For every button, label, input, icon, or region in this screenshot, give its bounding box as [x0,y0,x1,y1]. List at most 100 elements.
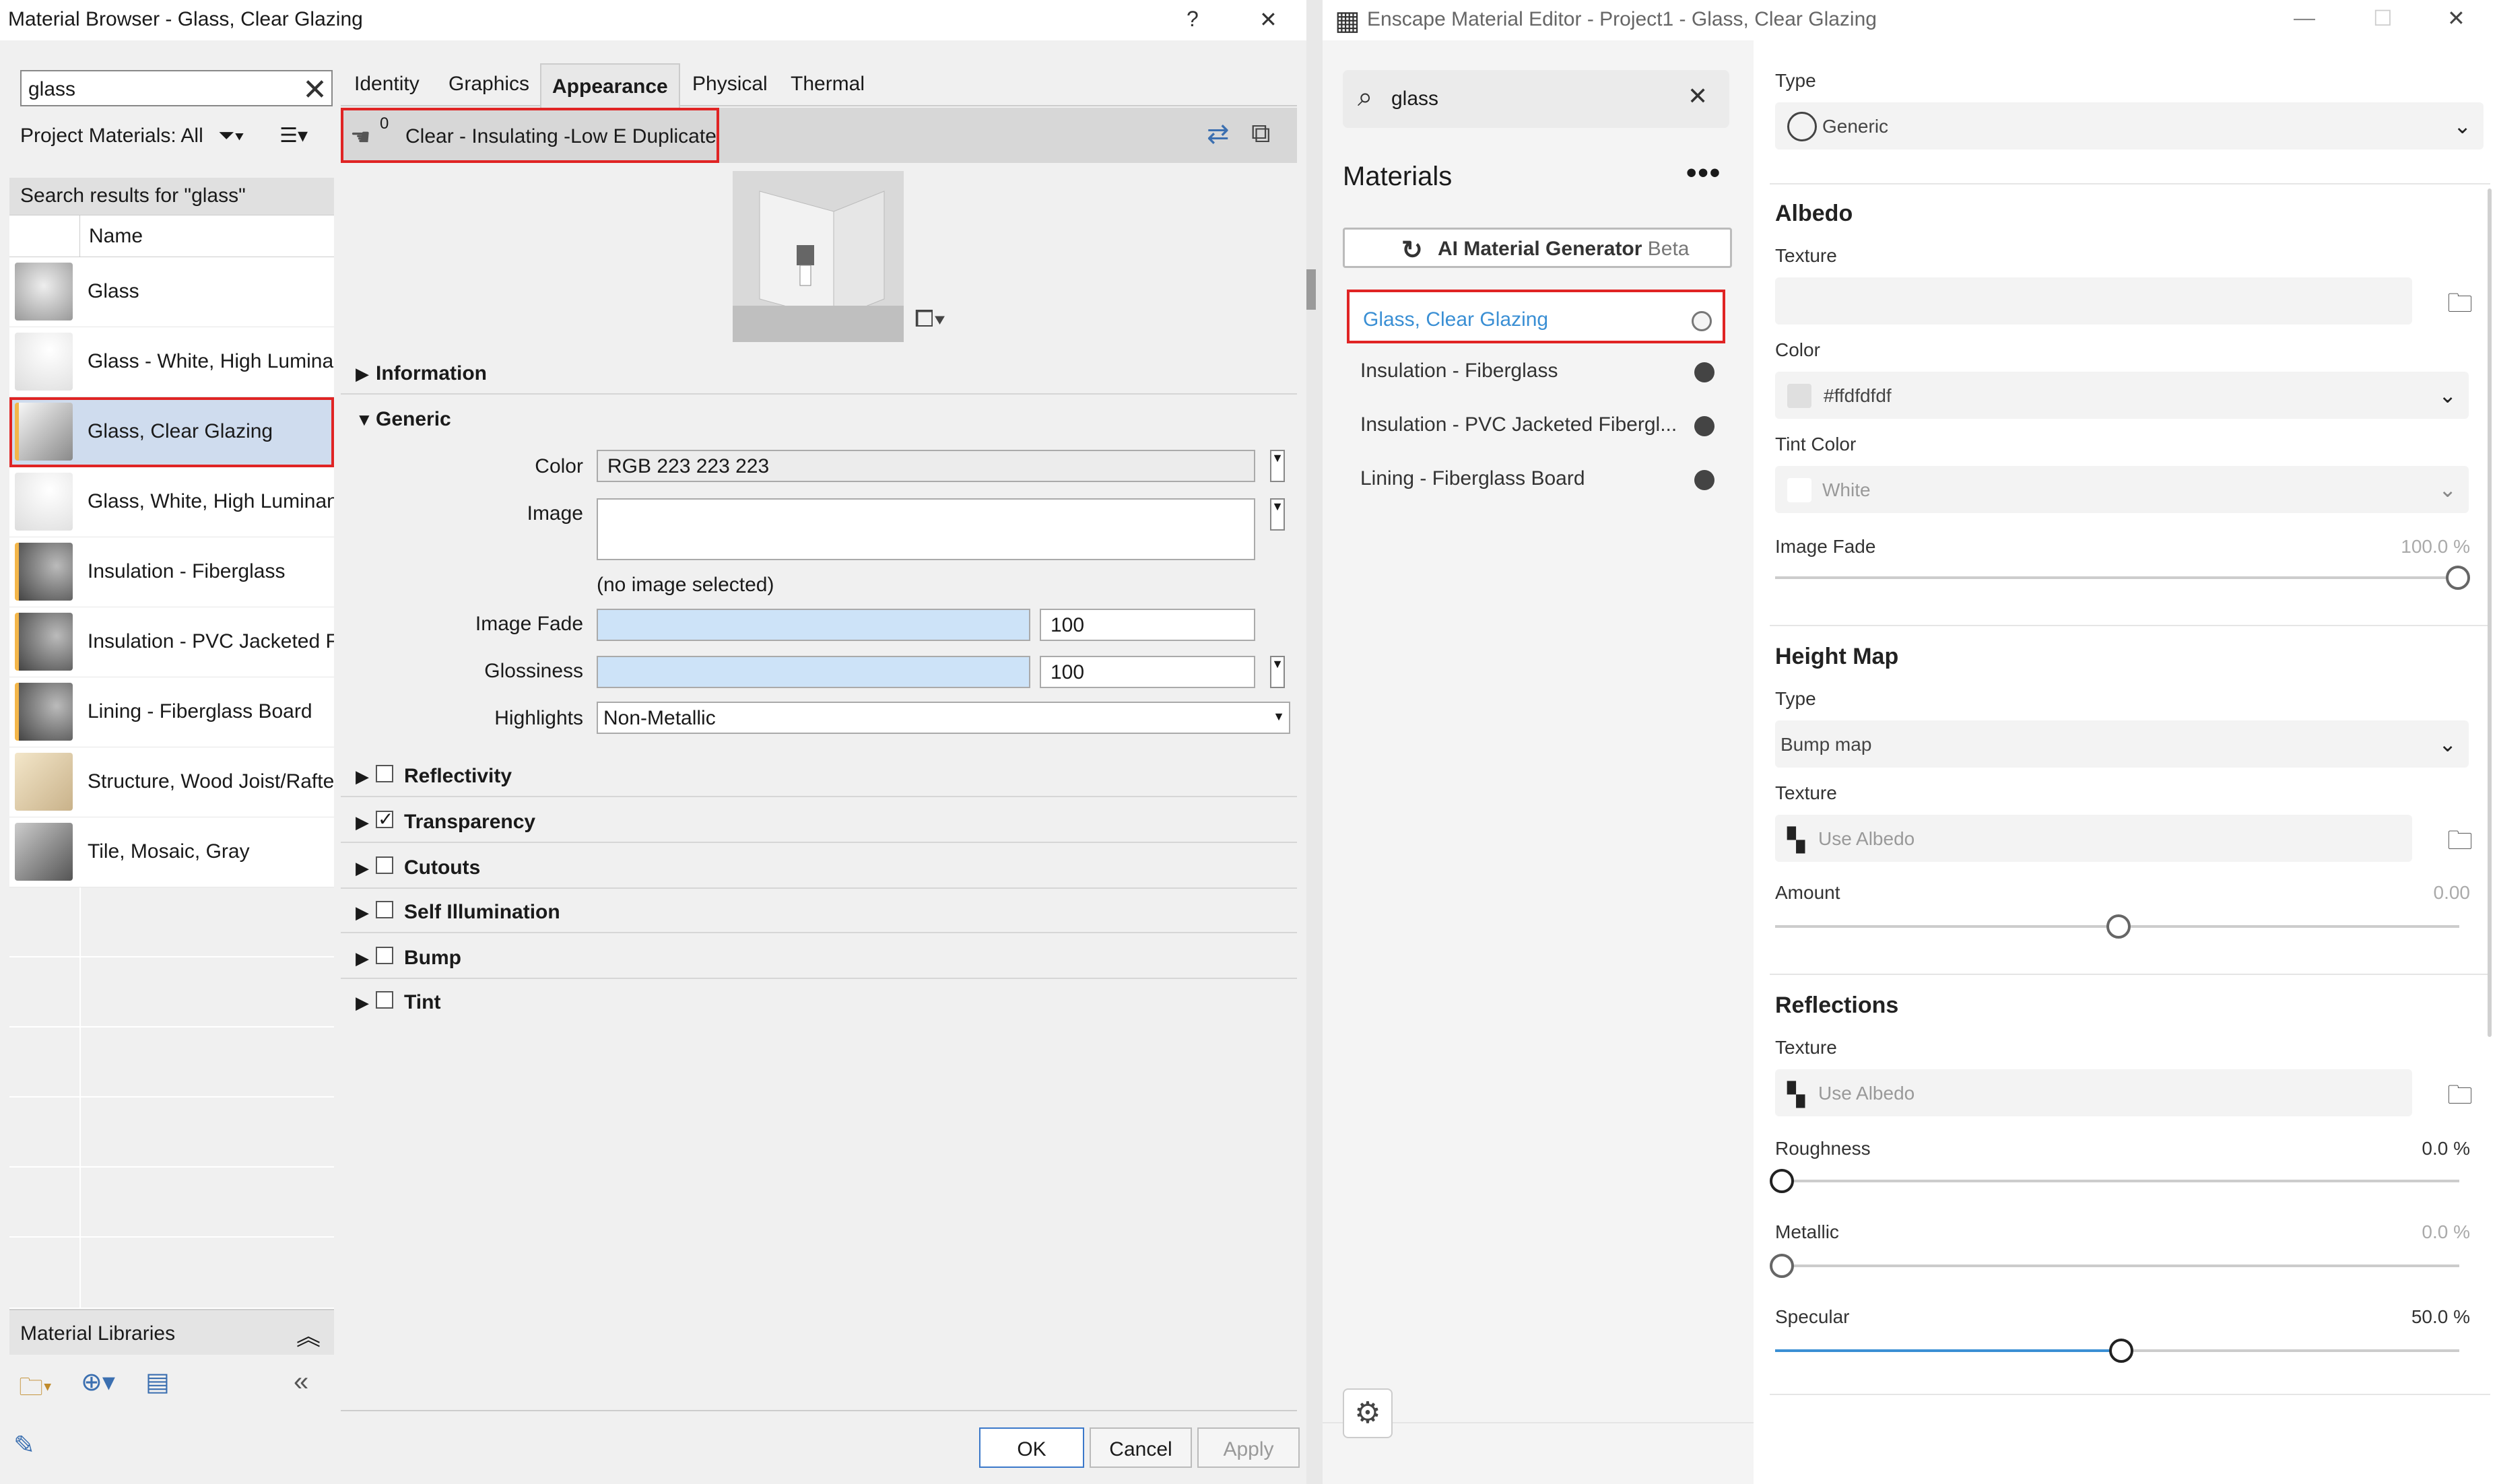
section-generic[interactable]: ▼ Generic [341,397,1297,440]
section-tint[interactable]: ▶ Tint [341,980,1297,1023]
material-item[interactable]: Insulation - PVC Jacketed Fibergl... [1347,397,1725,451]
filter-icon[interactable]: ⏷▾ [218,125,244,147]
material-item[interactable]: Lining - Fiberglass Board [1347,451,1725,505]
clear-search-icon[interactable]: ✕ [1688,82,1708,110]
section-bump[interactable]: ▶ Bump [341,936,1297,979]
materials-sidebar: ⌕ glass ✕ Materials ••• ↻ AI Material Ge… [1323,40,1754,1484]
transparency-checkbox[interactable]: ✓ [376,809,393,830]
list-item[interactable]: Tile, Mosaic, Gray [9,817,334,887]
folder-icon[interactable]: 🗀 [2447,1076,2473,1120]
collapse-left-icon[interactable]: « [294,1367,308,1397]
replace-asset-icon[interactable]: ⇄ [1207,119,1230,149]
library-panel-icon[interactable]: ▤ [145,1367,170,1397]
tint-checkbox[interactable] [376,991,393,1009]
section-transparency[interactable]: ▶ ✓ Transparency [341,800,1297,843]
column-header[interactable]: Name [9,215,334,257]
folder-icon[interactable]: 🗀 [2447,821,2473,865]
project-materials-filter[interactable]: Project Materials: All ⏷▾ ☰▾ [20,124,308,147]
color-swatch [1787,384,1811,408]
material-name: Lining - Fiberglass Board [88,700,312,722]
search-results-header: Search results for "glass" [9,178,334,215]
amount-knob[interactable] [2106,914,2131,939]
image-fade-input[interactable]: 100 [1040,609,1255,641]
section-self-illumination[interactable]: ▶ Self Illumination [341,890,1297,933]
height-texture-field[interactable]: ▚ Use Albedo [1775,815,2412,862]
tab-appearance[interactable]: Appearance [540,63,680,108]
reflectivity-checkbox[interactable] [376,765,393,782]
glossiness-slider[interactable] [597,656,1030,688]
section-information[interactable]: ▶ Information [341,351,1297,395]
list-item-selected[interactable]: Glass, Clear Glazing [9,397,334,467]
open-library-icon[interactable]: 🗀▾ [19,1370,52,1411]
material-thumbnail [15,613,73,671]
collapse-up-icon[interactable]: ︽ [296,1317,321,1352]
roughness-track[interactable] [1775,1180,2459,1182]
cutouts-checkbox[interactable] [376,856,393,874]
highlights-select[interactable]: Non-Metallic ▼ [597,702,1290,734]
image-field[interactable] [597,498,1255,560]
close-button[interactable]: ✕ [1259,7,1277,32]
list-item[interactable]: Glass, White, High Luminance [9,467,334,537]
settings-gear-icon[interactable]: ⚙ [1343,1388,1393,1438]
metallic-knob[interactable] [1770,1254,1794,1278]
metallic-track[interactable] [1775,1264,2459,1267]
glossiness-dropdown[interactable]: ▼ [1270,656,1285,688]
list-item[interactable]: Glass - White, High Luminance [9,327,334,397]
list-item[interactable]: Structure, Wood Joist/Rafter Layer [9,747,334,817]
more-options-button[interactable]: ••• [1686,156,1721,190]
tab-graphics[interactable]: Graphics [448,73,529,96]
help-button[interactable]: ? [1187,7,1199,32]
maximize-button[interactable]: ☐ [2373,5,2393,31]
material-libraries-bar[interactable]: Material Libraries ︽ [9,1309,334,1355]
list-item[interactable]: Glass [9,257,334,327]
list-item[interactable]: Lining - Fiberglass Board [9,677,334,747]
self-illumination-checkbox[interactable] [376,901,393,918]
image-dropdown[interactable]: ▼ [1270,498,1285,531]
material-item[interactable]: Insulation - Fiberglass [1347,343,1725,397]
tab-thermal[interactable]: Thermal [791,73,865,96]
list-item[interactable]: Insulation - PVC Jacketed Fiberglass [9,607,334,677]
material-item-selected[interactable]: Glass, Clear Glazing [1347,290,1725,343]
material-editor-toggle-icon[interactable]: ✎ [13,1430,35,1460]
reflections-texture-field[interactable]: ▚ Use Albedo [1775,1069,2412,1116]
duplicate-asset-icon[interactable]: ⧉ [1251,119,1271,149]
apply-button[interactable]: Apply [1197,1427,1300,1468]
search-input[interactable]: glass ✕ [20,70,333,106]
preview-options-icon[interactable]: ⧠▾ [914,304,945,333]
specular-knob[interactable] [2109,1339,2133,1363]
section-reflectivity[interactable]: ▶ Reflectivity [341,754,1297,797]
search-value: glass [28,78,76,100]
asset-name-box[interactable]: ☚ 0 Clear - Insulating -Low E Duplicate [341,108,719,163]
height-type-select[interactable]: Bump map ⌄ [1775,720,2469,768]
list-item[interactable]: Insulation - Fiberglass [9,537,334,607]
add-material-icon[interactable]: ⊕▾ [81,1367,115,1397]
tab-identity[interactable]: Identity [354,73,420,96]
albedo-color-select[interactable]: #ffdfdfdf ⌄ [1775,372,2469,419]
scrollbar[interactable] [2488,189,2492,1037]
ok-button[interactable]: OK [979,1427,1084,1468]
search-input[interactable]: ⌕ glass ✕ [1343,70,1729,128]
view-options-icon[interactable]: ☰▾ [279,125,308,147]
bump-checkbox[interactable] [376,947,393,964]
image-fade-track[interactable] [1775,576,2459,579]
color-dropdown[interactable]: ▼ [1270,450,1285,482]
image-fade-knob[interactable] [2446,566,2470,590]
image-fade-slider[interactable] [597,609,1030,641]
color-field[interactable]: RGB 223 223 223 [597,450,1255,482]
folder-icon[interactable]: 🗀 [2447,284,2473,328]
close-button[interactable]: ✕ [2447,5,2465,31]
ai-material-generator-button[interactable]: ↻ AI Material Generator Beta [1343,228,1732,268]
type-select[interactable]: Generic ⌄ [1775,102,2484,149]
section-cutouts[interactable]: ▶ Cutouts [341,846,1297,889]
glossiness-input[interactable]: 100 [1040,656,1255,688]
reflections-texture-label: Texture [1775,1037,1837,1058]
tab-physical[interactable]: Physical [692,73,768,96]
cancel-button[interactable]: Cancel [1090,1427,1192,1468]
albedo-texture-field[interactable] [1775,277,2412,325]
clear-search-icon[interactable]: ✕ [302,73,327,107]
metallic-label: Metallic [1775,1221,1839,1242]
roughness-knob[interactable] [1770,1169,1794,1193]
section-label: Tint [404,991,441,1013]
tint-color-select[interactable]: White ⌄ [1775,466,2469,513]
minimize-button[interactable]: — [2294,5,2315,30]
